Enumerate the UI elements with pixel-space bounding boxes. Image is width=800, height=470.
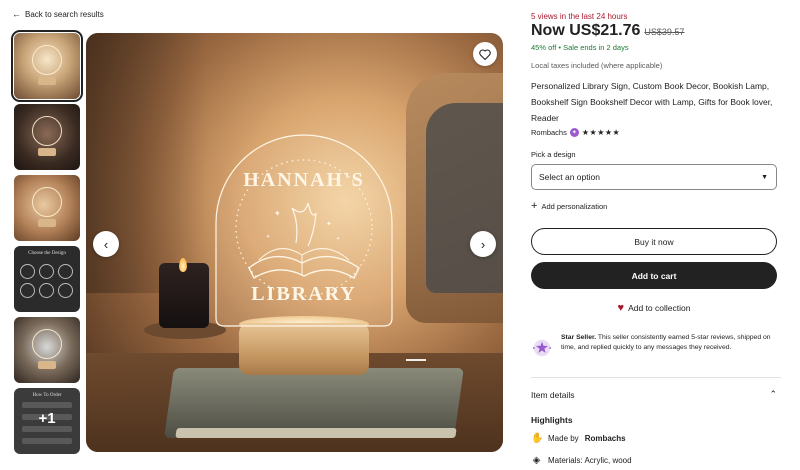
chevron-up-icon: ⌃	[769, 389, 777, 399]
more-images-count: +1	[38, 410, 56, 427]
chair-cushion	[426, 103, 503, 293]
shop-name-link[interactable]: Rombachs	[531, 128, 567, 137]
hand-icon: ✋	[531, 433, 544, 444]
original-price: US$39.57	[644, 27, 685, 37]
svg-text:✦: ✦	[326, 220, 332, 228]
candle	[159, 263, 209, 328]
made-by-prefix: Made by	[548, 434, 579, 443]
thumbnail-4[interactable]: Choose the Design	[14, 246, 80, 312]
thumb-caption: Choose the Design	[28, 251, 66, 256]
star-seller-badge-icon: ✦	[569, 128, 579, 137]
item-details-label: Item details	[531, 389, 575, 400]
heart-filled-icon: ♥	[617, 302, 625, 314]
personalization-label: Add personalization	[541, 202, 608, 211]
sale-info: 45% off • Sale ends in 2 days	[531, 43, 629, 52]
select-value: Select an option	[539, 172, 600, 182]
design-grid	[20, 264, 73, 298]
price-row: Now US$21.76 US$39.57	[531, 22, 684, 40]
image-position-indicator	[406, 359, 426, 361]
rating-stars[interactable]: ★★★★★	[582, 128, 620, 137]
thumb-lamp-shape	[32, 329, 62, 359]
pick-design-label: Pick a design	[531, 150, 576, 159]
made-by-shop-link[interactable]: Rombachs	[585, 434, 626, 443]
collection-label: Add to collection	[628, 303, 691, 313]
favorite-button[interactable]	[473, 42, 497, 66]
star-seller-title: Star Seller.	[561, 334, 597, 341]
candle-flame	[179, 258, 187, 272]
made-by-row: ✋ Made by Rombachs	[531, 433, 626, 444]
thumb-lamp-base	[38, 361, 56, 369]
lamp-text-top: HANNAH'S	[243, 169, 365, 191]
add-to-cart-button[interactable]: Add to cart	[531, 262, 777, 289]
back-to-search-link[interactable]: ← Back to search results	[12, 9, 104, 19]
thumbnail-list: Choose the Design How To Order +1	[11, 30, 83, 459]
arrow-left-icon: ←	[12, 9, 21, 19]
star-seller-text: Star Seller. This seller consistently ea…	[561, 333, 781, 353]
main-product-image[interactable]: ✦ ✦ ✦ ✦ HANNAH'S LIBRARY	[86, 33, 503, 452]
materials-row: ◈ Materials: Acrylic, wood	[531, 455, 632, 466]
buy-it-now-button[interactable]: Buy it now	[531, 228, 777, 255]
divider	[531, 377, 781, 378]
star-seller-icon	[532, 339, 552, 357]
materials-icon: ◈	[532, 455, 541, 466]
thumb-lamp-base	[38, 219, 56, 227]
acrylic-sign: ✦ ✦ ✦ ✦ HANNAH'S LIBRARY	[215, 134, 393, 327]
chevron-right-icon: ›	[480, 236, 486, 252]
thumbnail-5[interactable]	[14, 317, 80, 383]
add-to-collection-button[interactable]: ♥ Add to collection	[531, 302, 777, 314]
thumb-caption: How To Order	[32, 393, 62, 398]
chevron-left-icon: ‹	[103, 236, 109, 252]
sale-ends-text: • Sale ends in 2 days	[558, 43, 629, 52]
svg-text:✦: ✦	[274, 209, 281, 218]
discount-text: 45% off	[531, 43, 557, 52]
thumbnail-2[interactable]	[14, 104, 80, 170]
svg-text:✦: ✦	[336, 236, 340, 242]
thumbnail-6[interactable]: How To Order +1	[14, 388, 80, 454]
heart-outline-icon	[479, 48, 491, 60]
thumbnail-3[interactable]	[14, 175, 80, 241]
views-notice: 5 views in the last 24 hours	[531, 12, 628, 21]
book-pages	[175, 428, 457, 438]
design-select[interactable]: Select an option ▼	[531, 164, 777, 190]
current-price: Now US$21.76	[531, 22, 641, 39]
svg-text:✦: ✦	[266, 234, 270, 240]
plus-icon: +	[531, 200, 538, 212]
thumb-lamp-shape	[32, 116, 62, 146]
shop-row: Rombachs ✦ ★★★★★	[531, 128, 620, 137]
caret-down-icon: ▼	[761, 173, 768, 181]
star-seller-notice: Star Seller. This seller consistently ea…	[531, 333, 781, 359]
thumbnail-1[interactable]	[11, 30, 83, 102]
lamp-text-bottom: LIBRARY	[251, 283, 357, 305]
thumb-lamp-base	[38, 77, 56, 85]
product-title: Personalized Library Sign, Custom Book D…	[531, 81, 773, 123]
back-link-label: Back to search results	[25, 9, 104, 19]
item-details-toggle[interactable]: Item details ⌃	[531, 389, 777, 400]
materials-text: Materials: Acrylic, wood	[548, 456, 632, 465]
previous-image-button[interactable]: ‹	[93, 231, 119, 257]
thumb-lamp-shape	[32, 45, 62, 75]
add-personalization-button[interactable]: + Add personalization	[531, 200, 608, 212]
next-image-button[interactable]: ›	[470, 231, 496, 257]
taxes-note: Local taxes included (where applicable)	[531, 61, 663, 70]
highlights-heading: Highlights	[531, 415, 573, 425]
thumb-lamp-base	[38, 148, 56, 156]
thumb-lamp-shape	[32, 187, 62, 217]
